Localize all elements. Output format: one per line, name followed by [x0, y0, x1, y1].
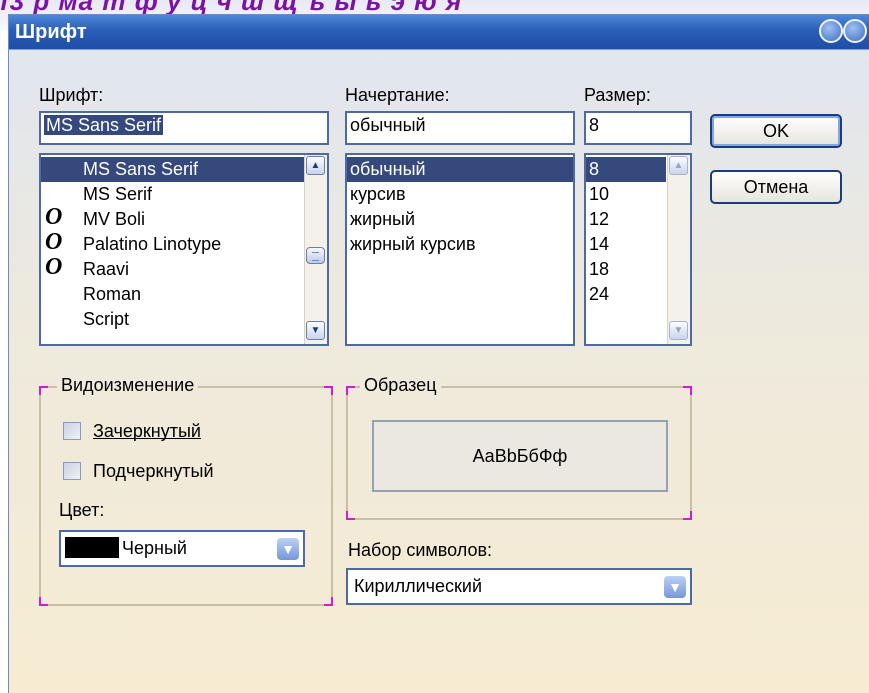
- font-list-item[interactable]: O Raavi: [41, 254, 327, 282]
- title-bar: Шрифт: [9, 15, 869, 50]
- charset-label: Набор символов:: [348, 540, 493, 560]
- font-name-input[interactable]: MS Sans Serif: [39, 111, 329, 145]
- size-list-scrollbar[interactable]: ▲ ▼: [667, 155, 690, 344]
- font-list-item[interactable]: O Palatino Linotype: [41, 229, 327, 257]
- ok-button[interactable]: OK: [710, 114, 842, 148]
- size-input[interactable]: 8: [584, 111, 692, 145]
- sample-title: Образец: [360, 375, 441, 396]
- checkbox-icon[interactable]: [63, 462, 81, 480]
- chevron-down-icon[interactable]: ▼: [277, 538, 299, 560]
- font-dialog: Шрифт Шрифт: MS Sans Serif MS Sans Serif…: [8, 14, 869, 693]
- font-list-item[interactable]: MS Serif: [41, 182, 327, 207]
- effects-group: Видоизменение Зачеркнутый Подчеркнутый Ц…: [39, 375, 333, 606]
- charset-select[interactable]: Кириллический ▼: [346, 568, 692, 605]
- size-list[interactable]: 8 10 12 14 18 24 ▲ ▼: [584, 153, 692, 346]
- size-list-item[interactable]: 8: [586, 157, 666, 182]
- scroll-up-icon[interactable]: ▲: [669, 156, 688, 175]
- opentype-icon: O: [45, 254, 63, 280]
- style-list-item[interactable]: курсив: [347, 182, 573, 207]
- font-list-item[interactable]: MS Sans Serif: [41, 157, 327, 182]
- size-label: Размер:: [584, 85, 651, 105]
- font-list-item[interactable]: Script: [41, 307, 327, 332]
- color-swatch: [65, 537, 119, 558]
- style-list-item[interactable]: жирный: [347, 207, 573, 232]
- strikeout-checkbox[interactable]: Зачеркнутый: [63, 421, 201, 445]
- style-list-item[interactable]: обычный: [347, 157, 573, 182]
- checkbox-icon[interactable]: [63, 422, 81, 440]
- effects-title: Видоизменение: [57, 375, 199, 396]
- close-circle-icon[interactable]: [843, 19, 867, 43]
- font-list-item[interactable]: Roman: [41, 282, 327, 307]
- chevron-down-icon[interactable]: ▼: [664, 576, 686, 598]
- font-list-item[interactable]: O MV Boli: [41, 204, 327, 232]
- font-list-scrollbar[interactable]: ▲ ▼: [304, 155, 327, 344]
- scroll-down-icon[interactable]: ▼: [306, 321, 325, 340]
- sample-preview: AaBbБбФф: [372, 420, 668, 492]
- font-list[interactable]: MS Sans Serif MS Serif O MV Boli O Palatino L…: [39, 153, 329, 346]
- sample-group: Образец AaBbБбФф: [346, 375, 692, 520]
- style-label: Начертание:: [345, 85, 450, 105]
- scroll-thumb[interactable]: [306, 247, 325, 264]
- color-label: Цвет:: [59, 500, 105, 520]
- cancel-button[interactable]: Отмена: [710, 170, 842, 204]
- dialog-title: Шрифт: [15, 21, 87, 43]
- opentype-icon: O: [45, 229, 63, 255]
- style-list-item[interactable]: жирный курсив: [347, 232, 573, 257]
- style-input[interactable]: обычный: [345, 111, 575, 145]
- opentype-icon: O: [45, 204, 63, 230]
- style-list[interactable]: обычный курсив жирный жирный курсив: [345, 153, 575, 346]
- scroll-up-icon[interactable]: ▲: [306, 156, 325, 175]
- font-label: Шрифт:: [39, 85, 104, 105]
- underline-checkbox[interactable]: Подчеркнутый: [63, 461, 214, 485]
- color-select[interactable]: Черный ▼: [59, 530, 305, 567]
- help-circle-icon[interactable]: [819, 19, 843, 43]
- scroll-down-icon[interactable]: ▼: [669, 321, 688, 340]
